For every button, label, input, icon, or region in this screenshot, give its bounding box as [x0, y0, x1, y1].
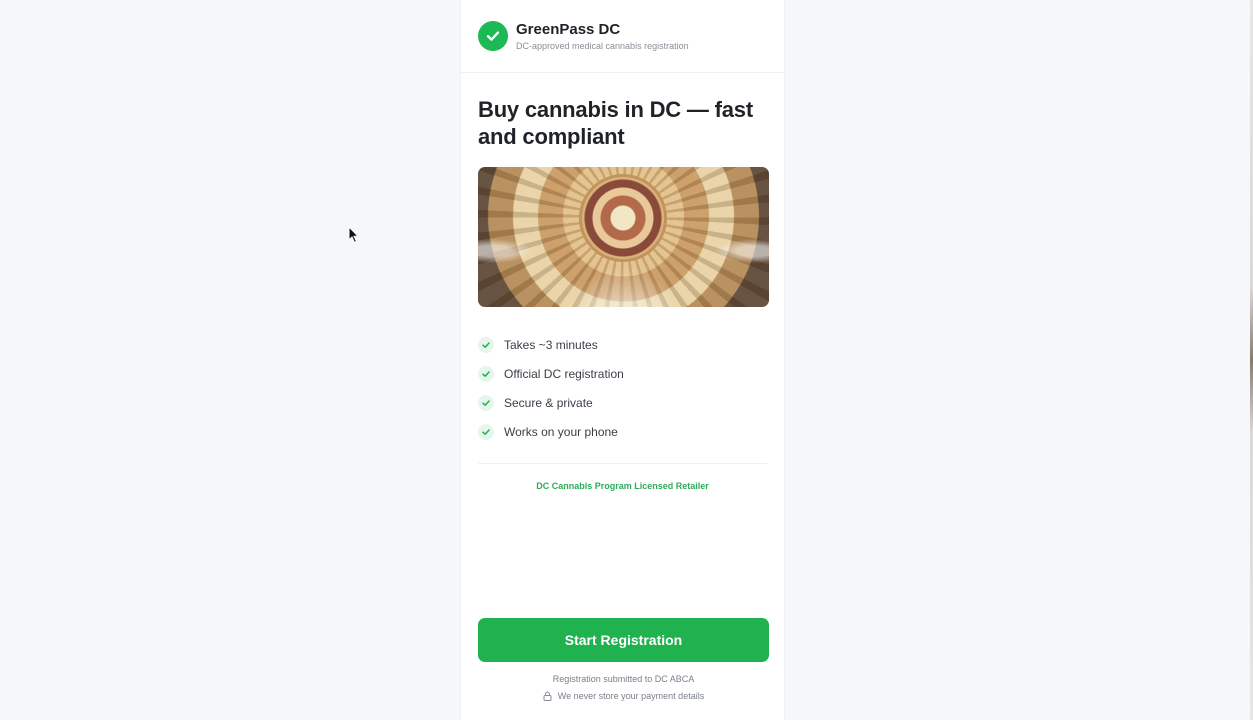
- check-icon: [478, 394, 494, 411]
- check-icon: [478, 365, 494, 382]
- hero-image: [478, 167, 769, 307]
- brand-block: GreenPass DC DC-approved medical cannabi…: [516, 21, 689, 51]
- registration-card: GreenPass DC DC-approved medical cannabi…: [460, 0, 785, 720]
- feature-label: Works on your phone: [504, 424, 618, 439]
- feature-list: Takes ~3 minutes Official DC registratio…: [478, 330, 767, 446]
- app-header: GreenPass DC DC-approved medical cannabi…: [461, 0, 784, 73]
- privacy-note-text: We never store your payment details: [557, 691, 705, 701]
- feature-label: Secure & private: [504, 395, 593, 410]
- list-item: Works on your phone: [478, 417, 767, 446]
- privacy-note: We never store your payment details: [461, 691, 786, 701]
- submission-note: Registration submitted to DC ABCA: [552, 674, 695, 684]
- retailer-badge: DC Cannabis Program Licensed Retailer: [536, 481, 709, 491]
- checkmark-logo-icon: [478, 21, 508, 51]
- dome-windows: [478, 167, 769, 307]
- brand-name: GreenPass DC: [516, 21, 621, 38]
- list-item: Secure & private: [478, 388, 767, 417]
- brand-tagline: DC-approved medical cannabis registratio…: [516, 41, 689, 51]
- feature-label: Takes ~3 minutes: [504, 337, 598, 352]
- feature-label: Official DC registration: [504, 366, 624, 381]
- start-registration-button[interactable]: Start Registration: [478, 618, 769, 662]
- check-icon: [478, 336, 494, 353]
- lock-icon: [543, 691, 552, 701]
- list-item: Takes ~3 minutes: [478, 330, 767, 359]
- divider: [478, 463, 767, 464]
- list-item: Official DC registration: [478, 359, 767, 388]
- main-content: Buy cannabis in DC — fast and compliant …: [461, 96, 784, 491]
- check-icon: [478, 423, 494, 440]
- mouse-pointer-icon: [348, 226, 360, 244]
- page-title: Buy cannabis in DC — fast and compliant: [478, 97, 753, 149]
